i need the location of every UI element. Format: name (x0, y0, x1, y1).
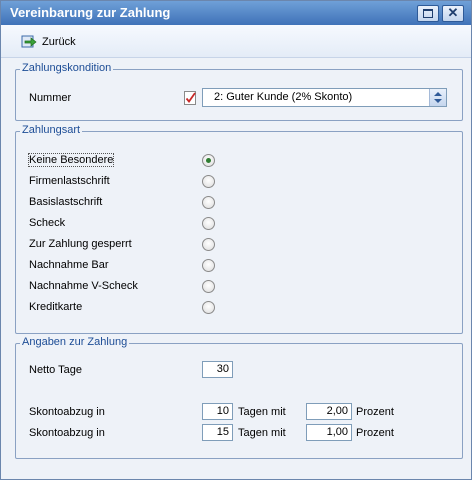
payment-method-label: Zur Zahlung gesperrt (29, 238, 132, 250)
payment-method-radio[interactable] (202, 154, 215, 167)
payment-method-radio[interactable] (202, 217, 215, 230)
edit-condition-icon[interactable] (184, 91, 198, 105)
payment-method-option[interactable]: Nachnahme Bar (29, 256, 229, 276)
discount-2-days-suffix: Tagen mit (238, 427, 286, 439)
net-days-field[interactable]: 30 (202, 361, 233, 378)
radio-selected-dot (206, 158, 211, 163)
payment-method-option[interactable]: Nachnahme V-Scheck (29, 277, 229, 297)
back-arrow-icon (21, 35, 37, 48)
payment-condition-legend: Zahlungskondition (20, 62, 114, 74)
payment-agreement-window: Vereinbarung zur Zahlung ✕ Zurück Zahlun… (0, 0, 472, 480)
discount-1-days-field[interactable]: 10 (202, 403, 233, 420)
window-title: Vereinbarung zur Zahlung (10, 5, 171, 20)
payment-method-option[interactable]: Kreditkarte (29, 298, 229, 318)
restore-icon (423, 9, 433, 18)
payment-method-radio[interactable] (202, 280, 215, 293)
payment-method-label: Nachnahme Bar (29, 259, 109, 271)
payment-method-option[interactable]: Basislastschrift (29, 193, 229, 213)
discount-2-percent-suffix: Prozent (356, 427, 394, 439)
back-button-label: Zurück (42, 36, 76, 48)
payment-condition-select[interactable]: 2: Guter Kunde (2% Skonto) (202, 88, 447, 107)
payment-method-label: Kreditkarte (29, 301, 83, 313)
payment-method-label: Basislastschrift (29, 196, 103, 208)
payment-details-legend: Angaben zur Zahlung (20, 336, 130, 348)
payment-details-group: Angaben zur Zahlung Netto Tage 30 Skonto… (15, 336, 463, 459)
payment-method-option[interactable]: Keine Besondere (27, 151, 229, 171)
title-bar[interactable]: Vereinbarung zur Zahlung ✕ (1, 1, 471, 25)
payment-method-option[interactable]: Scheck (29, 214, 229, 234)
toolbar: Zurück (1, 25, 471, 58)
payment-condition-group: Zahlungskondition Nummer 2: Guter Kunde … (15, 62, 463, 121)
payment-method-radio[interactable] (202, 175, 215, 188)
payment-method-group: Zahlungsart Keine Besondere Firmenlastsch… (15, 124, 463, 334)
payment-method-legend: Zahlungsart (20, 124, 83, 136)
discount-1-days-suffix: Tagen mit (238, 406, 286, 418)
up-down-arrows-icon (434, 92, 442, 103)
discount-2-percent-field[interactable]: 1,00 (306, 424, 352, 441)
payment-method-radio[interactable] (202, 196, 215, 209)
close-button[interactable]: ✕ (442, 5, 464, 22)
restore-button[interactable] (417, 5, 439, 22)
discount-1-percent-suffix: Prozent (356, 406, 394, 418)
number-label: Nummer (29, 92, 72, 104)
payment-method-label: Scheck (29, 217, 66, 229)
discount-2-days-field[interactable]: 15 (202, 424, 233, 441)
discount-1-label: Skontoabzug in (29, 406, 105, 418)
payment-method-label: Keine Besondere (27, 153, 115, 167)
payment-method-radio[interactable] (202, 301, 215, 314)
discount-1-percent-field[interactable]: 2,00 (306, 403, 352, 420)
net-days-label: Netto Tage (29, 364, 83, 376)
payment-method-option[interactable]: Zur Zahlung gesperrt (29, 235, 229, 255)
payment-method-radio[interactable] (202, 238, 215, 251)
select-spinner[interactable] (429, 89, 446, 106)
payment-method-option[interactable]: Firmenlastschrift (29, 172, 229, 192)
payment-method-label: Firmenlastschrift (29, 175, 110, 187)
payment-method-label: Nachnahme V-Scheck (29, 280, 138, 292)
payment-method-radio[interactable] (202, 259, 215, 272)
close-icon: ✕ (447, 5, 459, 20)
payment-condition-value: 2: Guter Kunde (2% Skonto) (214, 91, 353, 103)
discount-2-label: Skontoabzug in (29, 427, 105, 439)
